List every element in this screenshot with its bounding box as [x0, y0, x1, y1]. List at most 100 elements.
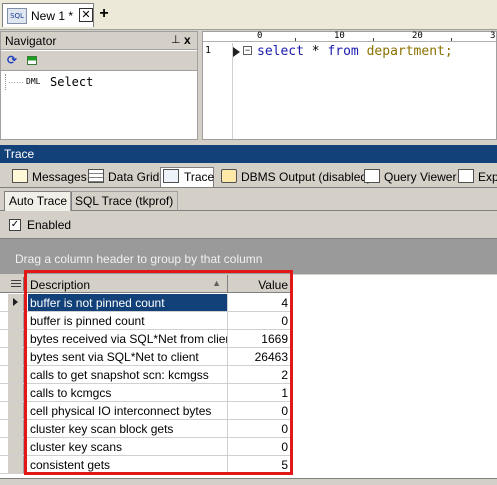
cell-value[interactable]: 1669 [228, 330, 290, 347]
table-row[interactable]: bytes sent via SQL*Net to client 26463 [0, 348, 293, 366]
cell-description[interactable]: calls to get snapshot scn: kcmgss [28, 366, 228, 383]
cell-value[interactable]: 0 [228, 438, 290, 455]
table-row[interactable]: calls to get snapshot scn: kcmgss 2 [0, 366, 293, 384]
keyword-select: select [257, 44, 304, 59]
navigator-title: Navigator [5, 34, 57, 48]
cell-value[interactable]: 4 [228, 294, 290, 311]
table-identifier: department [366, 44, 445, 59]
group-by-bar[interactable]: Drag a column header to group by that co… [0, 238, 497, 274]
current-line-arrow-icon [233, 47, 240, 57]
table-row[interactable]: cell physical IO interconnect bytes 0 [0, 402, 293, 420]
horizontal-scrollbar[interactable] [0, 478, 497, 485]
document-tab-label: New 1 * [31, 9, 74, 23]
cell-description[interactable]: bytes received via SQL*Net from client [28, 330, 228, 347]
cell-description[interactable]: cell physical IO interconnect bytes [28, 402, 228, 419]
navigator-panel: Navigator ⊥ x ⟳ ⋯⋯ DML Select [0, 31, 198, 140]
row-selector[interactable] [8, 438, 24, 455]
group-by-hint: Drag a column header to group by that co… [15, 252, 263, 266]
subtab-auto-trace[interactable]: Auto Trace [4, 191, 73, 211]
keyword-from: from [327, 44, 359, 59]
new-tab-button[interactable]: + [96, 4, 112, 24]
close-icon[interactable]: x [184, 33, 191, 47]
row-selector[interactable] [8, 294, 24, 311]
query-viewer-icon [364, 169, 380, 183]
trace-subtab-bar: Auto Trace SQL Trace (tkprof) [0, 189, 497, 211]
row-selector[interactable] [8, 402, 24, 419]
cell-description[interactable]: buffer is not pinned count [28, 294, 228, 311]
navigator-toolbar: ⟳ [1, 51, 197, 71]
row-selector[interactable] [8, 366, 24, 383]
explain-icon [458, 169, 474, 183]
tree-line-icon: ⋯⋯ [8, 78, 24, 87]
cell-description[interactable]: bytes sent via SQL*Net to client [28, 348, 228, 365]
row-selector[interactable] [8, 384, 24, 401]
current-row-arrow-icon [13, 298, 18, 306]
tab-messages[interactable]: Messages [12, 168, 87, 188]
messages-icon [12, 169, 28, 183]
cell-value[interactable]: 0 [228, 420, 290, 437]
tab-trace[interactable]: Trace [160, 167, 214, 187]
grid-menu-icon[interactable] [8, 277, 24, 291]
cell-description[interactable]: consistent gets [28, 456, 228, 473]
row-selector[interactable] [8, 330, 24, 347]
trace-grid: Description ▲ Value buffer is not pinned… [0, 275, 497, 485]
data-grid-icon [88, 169, 104, 183]
cell-value[interactable]: 2 [228, 366, 290, 383]
column-header-description[interactable]: Description ▲ [28, 275, 228, 293]
navigator-item-select[interactable]: ⋯⋯ DML Select [5, 74, 195, 90]
ruler-mark: 3 [490, 31, 496, 41]
code-star: * [303, 44, 328, 59]
table-row[interactable]: buffer is pinned count 0 [0, 312, 293, 330]
layers-icon[interactable] [27, 56, 37, 65]
sql-code-line[interactable]: select * from department; [257, 44, 453, 59]
document-tab-strip: SQL New 1 * ✕ + [0, 0, 497, 30]
row-selector[interactable] [8, 456, 24, 473]
tab-data-grid[interactable]: Data Grid [88, 168, 159, 188]
cell-value[interactable]: 26463 [228, 348, 290, 365]
cell-value[interactable]: 0 [228, 312, 290, 329]
table-row[interactable]: cluster key scan block gets 0 [0, 420, 293, 438]
tab-dbms-output[interactable]: DBMS Output (disabled) [221, 168, 371, 188]
enabled-row: ✓ Enabled [0, 212, 497, 238]
editor-ruler: 0 10 20 3 [203, 31, 496, 42]
grid-header: Description ▲ Value [0, 275, 293, 293]
table-row[interactable]: cluster key scans 0 [0, 438, 293, 456]
tab-explain[interactable]: Exp [458, 168, 497, 188]
fold-toggle-icon[interactable]: − [243, 46, 252, 55]
table-row[interactable]: consistent gets 5 [0, 456, 293, 474]
dbms-output-icon [221, 169, 237, 183]
sql-file-icon: SQL [7, 8, 27, 24]
trace-panel-title: Trace [0, 145, 497, 163]
ruler-mark: 10 [334, 31, 345, 41]
row-selector[interactable] [8, 420, 24, 437]
row-selector[interactable] [8, 312, 24, 329]
subtab-sql-trace[interactable]: SQL Trace (tkprof) [70, 191, 179, 211]
code-terminator: ; [444, 44, 453, 59]
table-row[interactable]: bytes received via SQL*Net from client 16… [0, 330, 293, 348]
cell-value[interactable]: 1 [228, 384, 290, 401]
tab-query-viewer[interactable]: Query Viewer [364, 168, 456, 188]
close-tab-icon[interactable]: ✕ [79, 8, 93, 22]
navigator-item-label: Select [50, 75, 94, 89]
cell-description[interactable]: cluster key scans [28, 438, 228, 455]
cell-value[interactable]: 0 [228, 402, 290, 419]
ruler-mark: 20 [412, 31, 423, 41]
cell-description[interactable]: cluster key scan block gets [28, 420, 228, 437]
cell-description[interactable]: calls to kcmgcs [28, 384, 228, 401]
row-selector[interactable] [8, 348, 24, 365]
refresh-icon[interactable]: ⟳ [7, 53, 17, 67]
column-header-value[interactable]: Value [228, 275, 290, 293]
document-tab[interactable]: SQL New 1 * ✕ [2, 3, 94, 27]
trace-icon [163, 169, 179, 183]
enabled-label: Enabled [27, 218, 72, 232]
table-row[interactable]: calls to kcmgcs 1 [0, 384, 293, 402]
line-number: 1 [205, 45, 212, 56]
cell-description[interactable]: buffer is pinned count [28, 312, 228, 329]
enabled-checkbox[interactable]: ✓ [9, 219, 21, 231]
output-tab-bar: Messages Data Grid Trace DBMS Output (di… [0, 164, 497, 188]
cell-value[interactable]: 5 [228, 456, 290, 473]
pin-icon[interactable]: ⊥ [171, 33, 181, 46]
table-row[interactable]: buffer is not pinned count 4 [0, 294, 293, 312]
sql-editor[interactable]: 0 10 20 3 1 − select * from department; [202, 31, 497, 140]
